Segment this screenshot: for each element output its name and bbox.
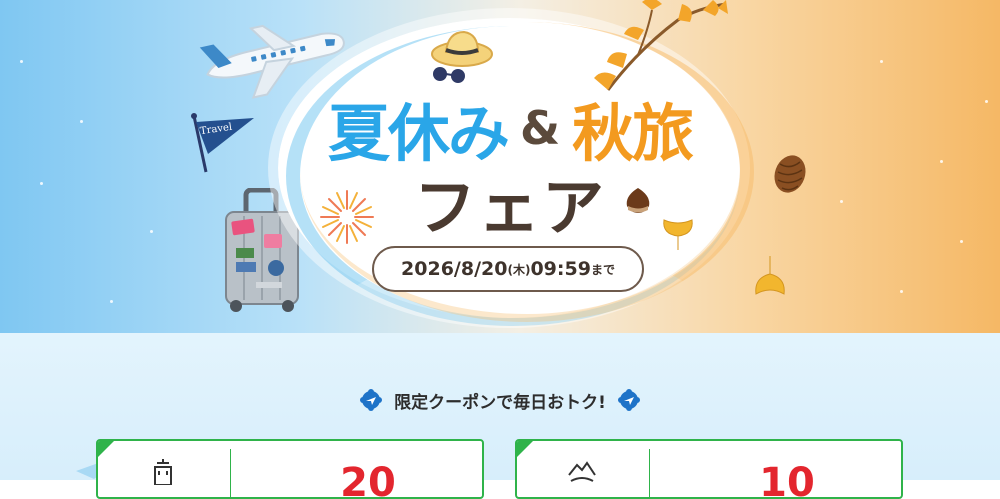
sparkle	[80, 120, 83, 123]
ginkgo-leaf-icon	[755, 256, 785, 295]
sparkle	[960, 240, 963, 243]
coupon-card-onsen[interactable]: 10	[515, 439, 903, 499]
hotel-icon	[154, 459, 172, 485]
coupon-amount: 20	[340, 460, 396, 499]
sparkle	[880, 60, 883, 63]
firework-icon	[320, 190, 374, 244]
sparkle	[985, 100, 988, 103]
pinecone-illustration	[774, 155, 806, 193]
deadline-date: 2026/8/20	[401, 258, 508, 280]
campaign-title-line1: 夏休み & 秋旅	[300, 88, 720, 172]
straw-hat-illustration	[431, 30, 493, 83]
sparkle	[20, 60, 23, 63]
sparkle	[900, 290, 903, 293]
coupon-tagline: 限定クーポンで毎日おトク!	[320, 386, 680, 414]
deadline-suffix: まで	[590, 262, 615, 277]
airplane-badge-icon	[617, 389, 640, 411]
card-divider	[649, 449, 650, 497]
travel-pennant-flag: Travel	[188, 110, 258, 176]
card-corner-mark	[98, 441, 114, 457]
sparkle	[110, 300, 113, 303]
tagline-text: 限定クーポンで毎日おトク!	[394, 392, 606, 413]
title-ampersand: &	[519, 101, 561, 155]
campaign-hero-banner[interactable]: Travel 夏休み & 秋旅 フェア 2026/8/20 (木) 09:59 …	[0, 0, 1000, 333]
airplane-badge-icon	[360, 389, 383, 411]
sparkle	[840, 200, 843, 203]
ginkgo-branch-illustration	[594, 0, 728, 91]
sunglasses-icon	[433, 67, 465, 83]
sparkle	[40, 182, 43, 185]
coupon-amount: 10	[759, 460, 815, 499]
campaign-title-line2: フェア	[413, 171, 606, 244]
deadline-time: 09:59	[530, 258, 591, 280]
card-divider	[230, 449, 231, 497]
campaign-deadline-pill: 2026/8/20 (木) 09:59 まで	[372, 246, 644, 292]
ginkgo-leaf-icon	[663, 219, 693, 250]
chestnut-illustration	[626, 188, 650, 213]
card-corner-mark	[517, 441, 533, 457]
sparkle	[150, 230, 153, 233]
deadline-weekday: (木)	[507, 262, 531, 277]
mountain-onsen-icon	[568, 461, 596, 482]
sparkle	[940, 160, 943, 163]
coupon-card-hotel[interactable]: 20	[96, 439, 484, 499]
